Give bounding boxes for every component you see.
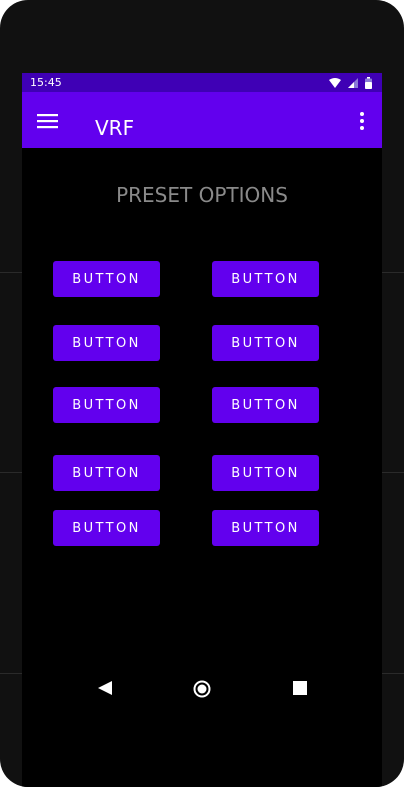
recents-icon[interactable] bbox=[293, 681, 307, 695]
battery-icon bbox=[365, 76, 372, 89]
page-heading: PRESET OPTIONS bbox=[116, 183, 288, 207]
preset-button-4[interactable]: BUTTON bbox=[212, 325, 319, 361]
preset-button-3[interactable]: BUTTON bbox=[53, 325, 160, 361]
home-icon[interactable] bbox=[193, 680, 211, 698]
back-icon[interactable] bbox=[98, 681, 112, 695]
hamburger-menu-icon[interactable] bbox=[37, 113, 58, 129]
overflow-menu-icon[interactable] bbox=[360, 112, 364, 130]
status-time: 15:45 bbox=[30, 76, 62, 89]
preset-button-8[interactable]: BUTTON bbox=[212, 455, 319, 491]
preset-button-9[interactable]: BUTTON bbox=[53, 510, 160, 546]
preset-button-2[interactable]: BUTTON bbox=[212, 261, 319, 297]
cellular-signal-icon bbox=[348, 77, 358, 88]
app-screen: 15:45 VRF PRESET OPTIONS BUTTON BUTTON B… bbox=[22, 73, 382, 787]
preset-button-6[interactable]: BUTTON bbox=[212, 387, 319, 423]
phone-frame: 15:45 VRF PRESET OPTIONS BUTTON BUTTON B… bbox=[0, 0, 404, 787]
preset-button-10[interactable]: BUTTON bbox=[212, 510, 319, 546]
preset-button-1[interactable]: BUTTON bbox=[53, 261, 160, 297]
status-icons bbox=[329, 76, 372, 89]
status-bar: 15:45 bbox=[22, 73, 382, 92]
wifi-icon bbox=[329, 77, 341, 88]
preset-button-7[interactable]: BUTTON bbox=[53, 455, 160, 491]
system-nav-bar bbox=[22, 673, 382, 703]
preset-button-5[interactable]: BUTTON bbox=[53, 387, 160, 423]
app-title: VRF bbox=[95, 116, 135, 140]
app-bar: VRF bbox=[22, 92, 382, 148]
